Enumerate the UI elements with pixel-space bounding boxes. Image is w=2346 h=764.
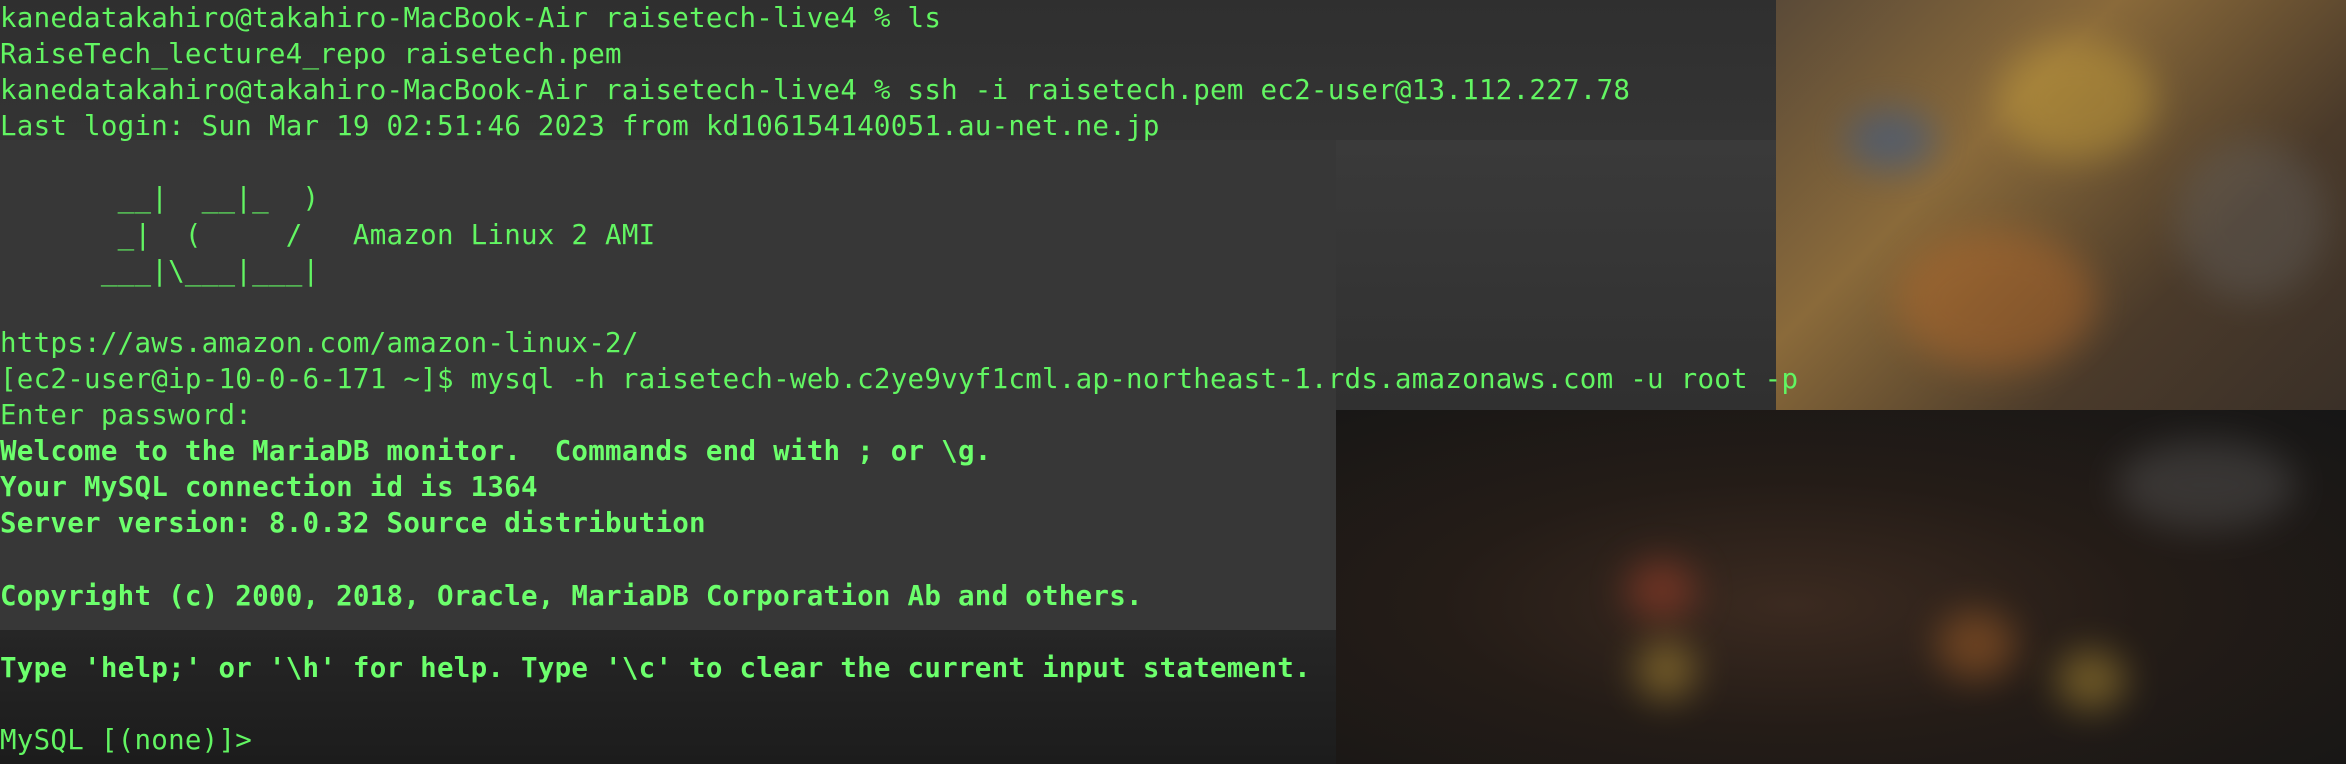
terminal-line: Your MySQL connection id is 1364	[0, 471, 538, 504]
terminal-line: Last login: Sun Mar 19 02:51:46 2023 fro…	[0, 110, 1160, 143]
terminal-line: Type 'help;' or '\h' for help. Type '\c'…	[0, 651, 1311, 684]
terminal-line: Copyright (c) 2000, 2018, Oracle, MariaD…	[0, 579, 1143, 612]
terminal-line: _| ( / Amazon Linux 2 AMI	[0, 218, 656, 251]
terminal-line: Server version: 8.0.32 Source distributi…	[0, 507, 706, 540]
terminal-line: kanedatakahiro@takahiro-MacBook-Air rais…	[0, 2, 942, 34]
terminal-line: kanedatakahiro@takahiro-MacBook-Air rais…	[0, 74, 1631, 107]
terminal-line: [ec2-user@ip-10-0-6-171 ~]$ mysql -h rai…	[0, 362, 1799, 395]
terminal-output[interactable]: kanedatakahiro@takahiro-MacBook-Air rais…	[0, 0, 2346, 764]
terminal-line: https://aws.amazon.com/amazon-linux-2/	[0, 326, 639, 359]
terminal-line: ___|\___|___|	[0, 254, 320, 287]
terminal-line: RaiseTech_lecture4_repo raisetech.pem	[0, 38, 622, 71]
desktop-screen: kanedatakahiro@takahiro-MacBook-Air rais…	[0, 0, 2346, 764]
mysql-prompt-line[interactable]: MySQL [(none)]>	[0, 722, 2346, 758]
terminal-line: Welcome to the MariaDB monitor. Commands…	[0, 435, 992, 468]
terminal-line: Enter password:	[0, 399, 253, 432]
terminal-line: __| __|_ )	[0, 182, 320, 215]
